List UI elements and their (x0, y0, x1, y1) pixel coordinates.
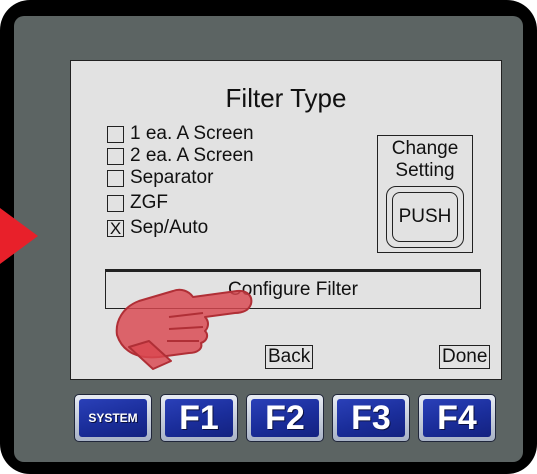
push-button[interactable]: PUSH (392, 192, 458, 242)
pointing-hand-icon (115, 288, 253, 370)
checkbox[interactable] (107, 147, 124, 165)
option-label: ZGF (130, 192, 168, 213)
f1-key-label: F1 (165, 399, 233, 437)
f4-key-label: F4 (423, 399, 491, 437)
change-setting-label-line1: Change (391, 138, 459, 159)
push-button-frame: PUSH (386, 186, 464, 248)
f3-key-label: F3 (337, 399, 405, 437)
option-label: Separator (130, 167, 214, 188)
checkbox[interactable] (107, 125, 124, 143)
change-setting-label-line2: Setting (395, 160, 455, 181)
checkbox-checked[interactable]: X (107, 219, 124, 237)
option-2-ea-a-screen[interactable]: 2 ea. A Screen (107, 145, 254, 167)
checkbox[interactable] (107, 169, 124, 187)
option-1-ea-a-screen[interactable]: 1 ea. A Screen (107, 123, 254, 145)
option-separator[interactable]: Separator (107, 167, 213, 189)
change-setting-panel: Change Setting PUSH (377, 135, 473, 253)
screen-title: Filter Type (225, 83, 347, 113)
option-label: 1 ea. A Screen (130, 123, 254, 144)
option-sep-auto[interactable]: X Sep/Auto (107, 217, 208, 239)
f2-key[interactable]: F2 (246, 394, 324, 442)
option-zgf[interactable]: ZGF (107, 192, 168, 214)
f4-key[interactable]: F4 (418, 394, 496, 442)
option-label: 2 ea. A Screen (130, 145, 254, 166)
device-bezel: Filter Type 1 ea. A Screen 2 ea. A Scree… (14, 16, 523, 462)
system-key-label: SYSTEM (79, 399, 147, 437)
touch-screen: Filter Type 1 ea. A Screen 2 ea. A Scree… (70, 60, 502, 380)
red-arrow-icon (0, 208, 38, 264)
back-button[interactable]: Back (265, 345, 314, 369)
checkbox[interactable] (107, 194, 124, 212)
hmi-device: Filter Type 1 ea. A Screen 2 ea. A Scree… (0, 0, 537, 474)
option-label: Sep/Auto (130, 217, 209, 238)
f2-key-label: F2 (251, 399, 319, 437)
f3-key[interactable]: F3 (332, 394, 410, 442)
f1-key[interactable]: F1 (160, 394, 238, 442)
done-button[interactable]: Done (439, 345, 491, 369)
system-key[interactable]: SYSTEM (74, 394, 152, 442)
